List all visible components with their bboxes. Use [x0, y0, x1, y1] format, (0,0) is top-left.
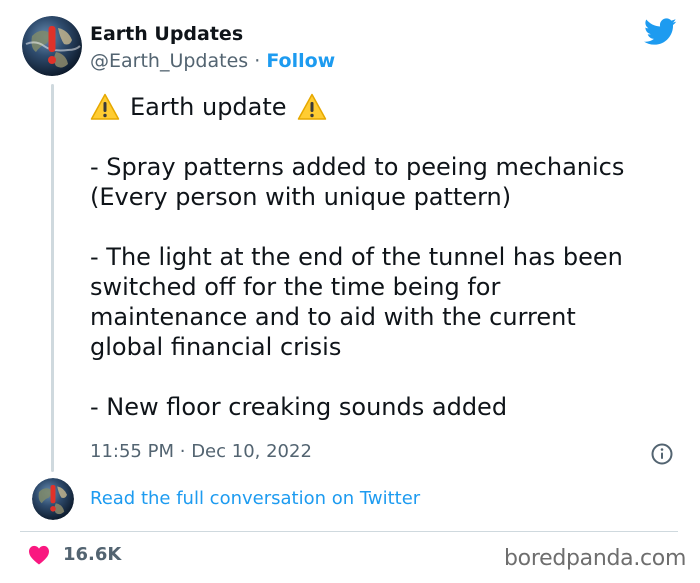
avatar[interactable] [22, 16, 82, 76]
tweet-paragraph: - Spray patterns added to peeing mechani… [90, 153, 625, 211]
follow-button[interactable]: Follow [266, 50, 335, 72]
like-count[interactable]: 16.6K [63, 544, 121, 565]
divider [20, 531, 678, 532]
tweet-headline-text: Earth update [130, 93, 287, 121]
tweet-paragraph: - New floor creaking sounds added [90, 393, 508, 421]
date-separator: · [179, 441, 186, 462]
handle-separator: · [254, 50, 261, 72]
author-handle-row: @Earth_Updates · Follow [90, 50, 335, 72]
tweet-headline: Earth update [90, 92, 690, 122]
watermark: boredpanda.com [504, 546, 687, 571]
tweet-text: Earth update - Spray patterns added to p… [90, 92, 690, 422]
tweet-time: 11:55 PM [90, 441, 174, 462]
twitter-bird-icon[interactable] [644, 18, 677, 46]
avatar[interactable] [32, 478, 74, 520]
earth-globe-icon [32, 478, 74, 520]
warning-icon [90, 93, 120, 120]
tweet-paragraph: - The light at the end of the tunnel has… [90, 243, 623, 361]
tweet-date: Dec 10, 2022 [191, 441, 312, 462]
warning-icon [297, 93, 326, 120]
thread-connector-line [51, 84, 54, 472]
heart-icon[interactable] [28, 545, 50, 565]
author-handle[interactable]: @Earth_Updates [90, 50, 248, 72]
author-name[interactable]: Earth Updates [90, 23, 243, 45]
tweet-timestamp[interactable]: 11:55 PM · Dec 10, 2022 [90, 441, 312, 462]
earth-globe-icon [22, 16, 82, 76]
info-icon[interactable] [651, 443, 673, 465]
read-full-conversation-link[interactable]: Read the full conversation on Twitter [90, 488, 420, 509]
